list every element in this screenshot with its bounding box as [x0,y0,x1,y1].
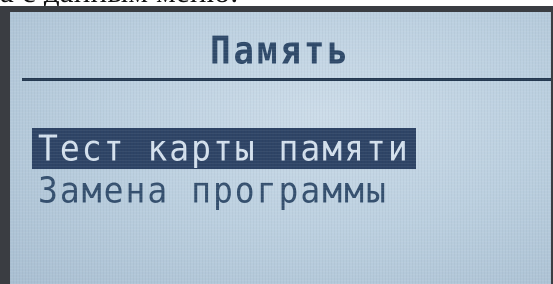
title-divider [22,78,551,81]
device-lcd-bezel: Память Тест карты памяти Замена программ… [0,6,553,284]
screen-title: Память [210,28,351,74]
menu-item-memory-card-test[interactable]: Тест карты памяти [32,127,416,170]
menu-list: Тест карты памяти Замена программы [32,127,416,211]
lcd-screen: Память Тест карты памяти Замена программ… [10,12,551,284]
menu-item-program-replace[interactable]: Замена программы [32,169,416,211]
